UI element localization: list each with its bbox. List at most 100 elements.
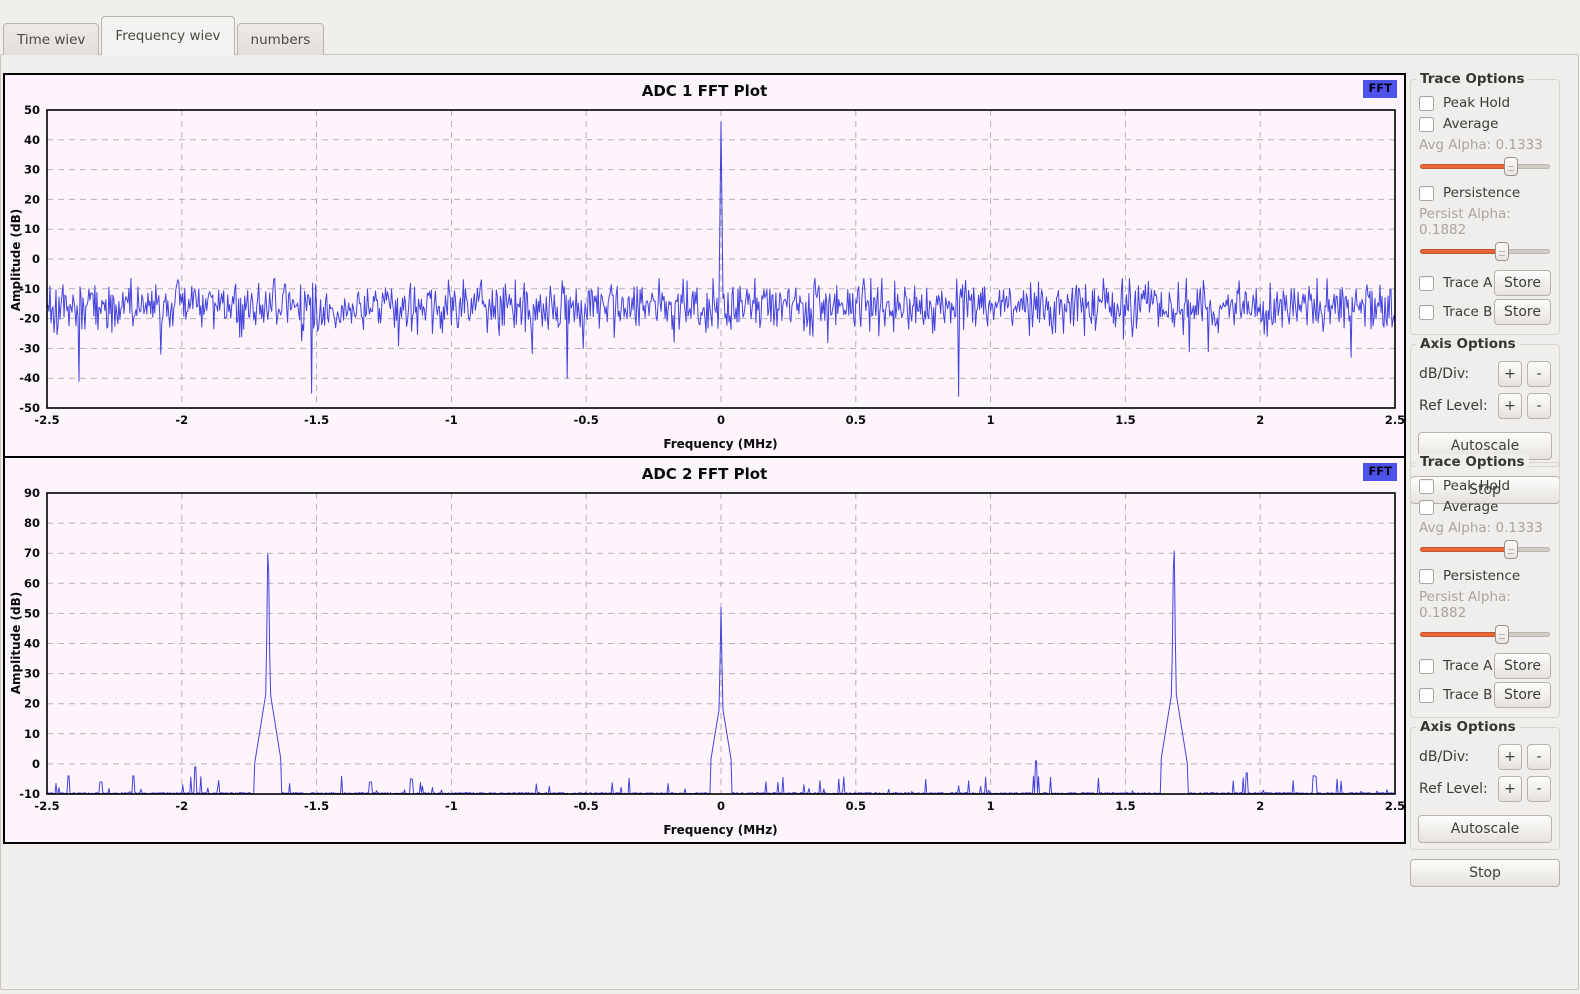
persist-alpha-label: Persist Alpha: 0.1882 [1419,206,1551,238]
persistence-checkbox[interactable] [1419,186,1434,201]
trace-b-checkbox[interactable] [1419,688,1434,703]
svg-text:0.5: 0.5 [846,413,866,427]
svg-text:-2: -2 [175,413,188,427]
ref-level-plus-button-adc1[interactable]: + [1498,393,1522,419]
trace-b-label: Trace B [1443,304,1492,320]
peak-hold-row-adc2[interactable]: Peak Hold [1419,478,1551,494]
svg-text:0.5: 0.5 [846,799,866,813]
svg-text:-2.5: -2.5 [34,799,59,813]
ref-level-plus-button-adc2[interactable]: + [1498,776,1522,802]
slider-fill [1420,164,1510,169]
adc1-fft-chart[interactable]: 50403020100-10-20-30-40-50-2.5-2-1.5-1-0… [5,75,1404,456]
trace-a-checkbox[interactable] [1419,659,1434,674]
svg-text:1.5: 1.5 [1115,413,1135,427]
svg-text:-1: -1 [445,799,458,813]
svg-text:2.5: 2.5 [1385,413,1404,427]
slider-fill [1420,632,1501,637]
svg-text:10: 10 [24,727,40,741]
tab-bar: Time wiev Frequency wiev numbers [3,16,326,55]
average-checkbox[interactable] [1419,117,1434,132]
svg-text:-1.5: -1.5 [304,413,329,427]
peak-hold-checkbox[interactable] [1419,96,1434,111]
slider-handle[interactable] [1504,540,1518,559]
svg-text:20: 20 [24,697,40,711]
average-label: Average [1443,499,1498,515]
fft-badge: FFT [1363,80,1397,98]
trace-options-title: Trace Options [1416,71,1529,87]
trace-b-checkbox[interactable] [1419,305,1434,320]
persistence-row-adc2[interactable]: Persistence [1419,568,1551,584]
autoscale-button-adc2[interactable]: Autoscale [1418,815,1552,843]
tab-numbers[interactable]: numbers [237,23,325,55]
svg-text:2.5: 2.5 [1385,799,1404,813]
trace-a-checkbox[interactable] [1419,276,1434,291]
svg-text:20: 20 [24,192,40,206]
svg-text:80: 80 [24,516,40,530]
stop-button-adc2[interactable]: Stop [1410,859,1560,887]
svg-text:50: 50 [24,103,40,117]
adc2-fft-chart[interactable]: 9080706050403020100-10-2.5-2-1.5-1-0.500… [5,458,1404,842]
adc2-xaxis-label: Frequency (MHz) [47,823,1394,837]
avg-alpha-slider-adc1[interactable] [1420,156,1550,176]
svg-text:0: 0 [717,413,725,427]
slider-fill [1420,249,1501,254]
trace-a-label: Trace A [1443,658,1492,674]
svg-text:-1.5: -1.5 [304,799,329,813]
axis-options-group-adc2: Axis Options dB/Div: + - Ref Level: + - … [1410,727,1560,850]
tab-time-view[interactable]: Time wiev [3,23,99,55]
trace-a-label: Trace A [1443,275,1492,291]
adc2-fft-panel: ADC 2 FFT Plot FFT 9080706050403020100-1… [3,456,1406,844]
ref-level-minus-button-adc1[interactable]: - [1527,393,1551,419]
db-div-label: dB/Div: [1419,749,1493,765]
db-div-plus-button-adc2[interactable]: + [1498,744,1522,770]
adc1-options-column: Trace Options Peak Hold Average Avg Alph… [1410,70,1560,504]
trace-b-row-adc2[interactable]: Trace B [1419,687,1492,703]
store-trace-b-button-adc2[interactable]: Store [1494,682,1551,708]
average-row-adc2[interactable]: Average [1419,499,1551,515]
persistence-checkbox[interactable] [1419,569,1434,584]
slider-fill [1420,547,1510,552]
store-trace-b-button-adc1[interactable]: Store [1494,299,1551,325]
slider-handle[interactable] [1495,625,1509,644]
adc2-yaxis-label: Amplitude (dB) [9,568,23,718]
svg-text:-0.5: -0.5 [574,413,599,427]
svg-text:30: 30 [24,667,40,681]
store-trace-a-button-adc1[interactable]: Store [1494,270,1551,296]
average-label: Average [1443,116,1498,132]
svg-text:-40: -40 [19,371,40,385]
db-div-label: dB/Div: [1419,366,1493,382]
tab-frequency-view[interactable]: Frequency wiev [101,16,234,55]
db-div-minus-button-adc1[interactable]: - [1527,361,1551,387]
peak-hold-row-adc1[interactable]: Peak Hold [1419,95,1551,111]
svg-text:2: 2 [1256,799,1264,813]
adc2-options-column: Trace Options Peak Hold Average Avg Alph… [1410,453,1560,887]
peak-hold-label: Peak Hold [1443,478,1510,494]
trace-a-row-adc2[interactable]: Trace A [1419,658,1492,674]
persist-alpha-slider-adc1[interactable] [1420,241,1550,261]
svg-text:-2: -2 [175,799,188,813]
slider-handle[interactable] [1495,242,1509,261]
avg-alpha-slider-adc2[interactable] [1420,539,1550,559]
persistence-row-adc1[interactable]: Persistence [1419,185,1551,201]
svg-text:50: 50 [24,606,40,620]
axis-options-group-adc1: Axis Options dB/Div: + - Ref Level: + - … [1410,344,1560,467]
slider-handle[interactable] [1504,157,1518,176]
persist-alpha-label: Persist Alpha: 0.1882 [1419,589,1551,621]
persist-alpha-slider-adc2[interactable] [1420,624,1550,644]
axis-options-title: Axis Options [1416,719,1520,735]
svg-text:30: 30 [24,163,40,177]
ref-level-label: Ref Level: [1419,781,1493,797]
avg-alpha-label: Avg Alpha: 0.1333 [1419,137,1551,153]
ref-level-minus-button-adc2[interactable]: - [1527,776,1551,802]
db-div-plus-button-adc1[interactable]: + [1498,361,1522,387]
average-row-adc1[interactable]: Average [1419,116,1551,132]
db-div-minus-button-adc2[interactable]: - [1527,744,1551,770]
trace-a-row-adc1[interactable]: Trace A [1419,275,1492,291]
average-checkbox[interactable] [1419,500,1434,515]
trace-b-row-adc1[interactable]: Trace B [1419,304,1492,320]
peak-hold-checkbox[interactable] [1419,479,1434,494]
fft-badge: FFT [1363,463,1397,481]
svg-text:1: 1 [987,799,995,813]
store-trace-a-button-adc2[interactable]: Store [1494,653,1551,679]
slider-track [1420,249,1550,254]
